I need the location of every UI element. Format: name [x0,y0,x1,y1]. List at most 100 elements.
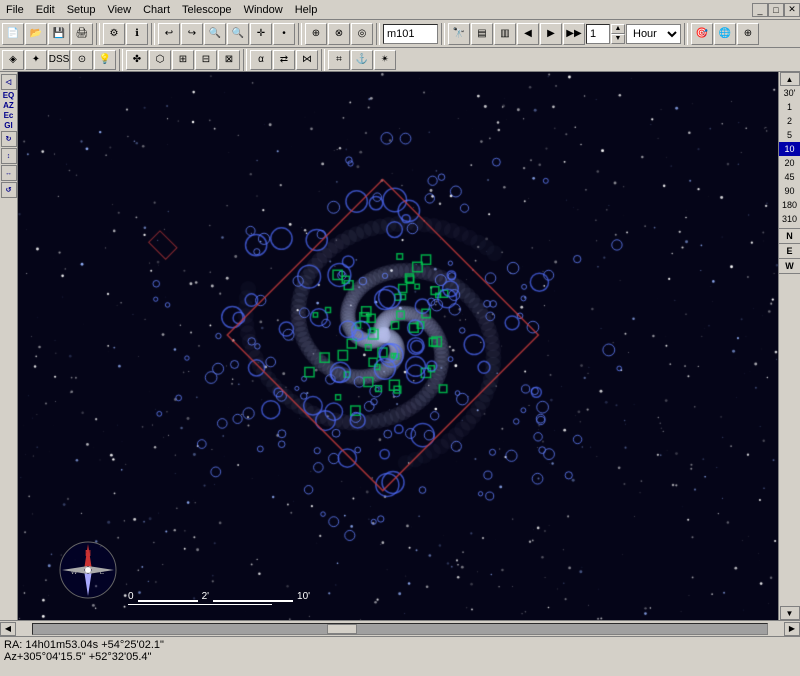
tb2-btn10[interactable]: ⊠ [218,50,240,70]
settings-button[interactable]: ⚙ [103,23,125,45]
sep6 [684,23,688,45]
tb2-btn11[interactable]: α [250,50,272,70]
toolbar1: 📄 📂 💾 🖨 ⚙ ℹ ↩ ↪ 🔍 🔍 ✛ • ⊕ ⊗ ◎ 🔭 ▤ ▥ ◀ ▶ … [0,20,800,48]
zoom-90[interactable]: 90 [779,184,800,198]
tb2-btn16[interactable]: ✴ [374,50,396,70]
tb2-btn4[interactable]: ⊙ [71,50,93,70]
status-line1: RA: 14h01m53.04s +54°25'02.1" [4,639,796,651]
maximize-button[interactable]: □ [768,3,784,17]
zoom-2[interactable]: 2 [779,114,800,128]
tb2-btn8[interactable]: ⊞ [172,50,194,70]
scope-btn3[interactable]: ◎ [351,23,373,45]
zoom-scroll-down[interactable]: ▼ [780,606,800,620]
menu-setup[interactable]: Setup [61,2,102,18]
time-unit-select[interactable]: Hour Minute Day [626,24,681,44]
eq-label[interactable]: EQ [3,91,15,100]
mirror-btn[interactable]: ↔ [1,165,17,181]
play-button[interactable]: ▶ [540,23,562,45]
save-button[interactable]: 💾 [48,23,70,45]
svg-text:E: E [100,569,105,576]
back-btn[interactable]: ◁ [1,74,17,90]
track-button[interactable]: 🎯 [691,23,713,45]
open-button[interactable]: 📂 [25,23,47,45]
galaxy-canvas [18,72,778,620]
zoom-310[interactable]: 310 [779,212,800,226]
ec-label[interactable]: Ec [4,111,14,120]
zoom-1[interactable]: 1 [779,100,800,114]
rotate-btn[interactable]: ↻ [1,131,17,147]
menu-edit[interactable]: Edit [30,2,61,18]
tb2-btn12[interactable]: ⇄ [273,50,295,70]
dot-button[interactable]: • [273,23,295,45]
tb2-btn1[interactable]: ◈ [2,50,24,70]
hscrollbar: ◀ ▶ [0,620,800,636]
step-up[interactable]: ▲ [611,24,625,34]
chart-area[interactable]: N E W 0 2' 10' [18,72,778,620]
scale-2: 2' [202,591,209,602]
goto-button[interactable]: 🌐 [714,23,736,45]
scope-btn1[interactable]: ⊕ [305,23,327,45]
prev-button[interactable]: ◀ [517,23,539,45]
info-button[interactable]: ℹ [126,23,148,45]
step-input[interactable] [586,24,610,44]
minimize-button[interactable]: _ [752,3,768,17]
tb2-btn7[interactable]: ⬡ [149,50,171,70]
redo-button[interactable]: ↪ [181,23,203,45]
statusbar: RA: 14h01m53.04s +54°25'02.1" Az+305°04'… [0,636,800,676]
sep4 [376,23,380,45]
reset-btn[interactable]: ↺ [1,182,17,198]
scale-bar: 0 2' 10' [128,591,310,605]
close-button[interactable]: ✕ [784,3,800,17]
zoom-out-button[interactable]: 🔍 [227,23,249,45]
catalog-btn1[interactable]: ▤ [471,23,493,45]
tb2-btn14[interactable]: ⌗ [328,50,350,70]
undo-button[interactable]: ↩ [158,23,180,45]
tb2-btn13[interactable]: ⋈ [296,50,318,70]
zoom-sep3 [779,258,800,259]
find-button[interactable]: 🔭 [448,23,470,45]
compass-rose: N E W [58,540,118,600]
az-label[interactable]: AZ [3,101,14,110]
tb2-btn9[interactable]: ⊟ [195,50,217,70]
hscroll-thumb[interactable] [327,624,357,634]
zoom-30[interactable]: 30' [779,86,800,100]
pan-button[interactable]: ✛ [250,23,272,45]
hscroll-left[interactable]: ◀ [0,622,16,636]
right-sidebar: ▲ 30' 1 2 5 10 20 45 90 180 310 N E W ▼ [778,72,800,620]
hscroll-right[interactable]: ▶ [784,622,800,636]
toolbar2: ◈ ✦ DSS ⊙ 💡 ✤ ⬡ ⊞ ⊟ ⊠ α ⇄ ⋈ ⌗ ⚓ ✴ [0,48,800,72]
catalog-btn2[interactable]: ▥ [494,23,516,45]
zoom-in-button[interactable]: 🔍 [204,23,226,45]
scope-btn2[interactable]: ⊗ [328,23,350,45]
object-input[interactable] [383,24,438,44]
new-button[interactable]: 📄 [2,23,24,45]
zoom-scroll-up[interactable]: ▲ [780,72,800,86]
zoom-10[interactable]: 10 [779,142,800,156]
menu-file[interactable]: File [0,2,30,18]
zoom-20[interactable]: 20 [779,156,800,170]
status-line2: Az+305°04'15.5" +52°32'05.4" [4,651,796,663]
sep9 [321,49,325,71]
menu-help[interactable]: Help [289,2,324,18]
print-button[interactable]: 🖨 [71,23,93,45]
tb2-btn5[interactable]: 💡 [94,50,116,70]
flip-btn[interactable]: ↕ [1,148,17,164]
tb2-btn6[interactable]: ✤ [126,50,148,70]
gl-label[interactable]: Gl [4,121,12,130]
dss-button[interactable]: DSS [48,50,70,70]
menu-chart[interactable]: Chart [137,2,176,18]
step-down[interactable]: ▼ [611,34,625,44]
zoom-5[interactable]: 5 [779,128,800,142]
zoom-45[interactable]: 45 [779,170,800,184]
tb2-btn15[interactable]: ⚓ [351,50,373,70]
menu-telescope[interactable]: Telescope [176,2,238,18]
zoom-180[interactable]: 180 [779,198,800,212]
tb2-btn2[interactable]: ✦ [25,50,47,70]
main-area: ◁ EQ AZ Ec Gl ↻ ↕ ↔ ↺ N E [0,72,800,620]
menu-window[interactable]: Window [238,2,289,18]
next-button[interactable]: ▶▶ [563,23,585,45]
scale-0: 0 [128,591,134,602]
sync-button[interactable]: ⊕ [737,23,759,45]
hscroll-track[interactable] [32,623,768,635]
menu-view[interactable]: View [101,2,137,18]
